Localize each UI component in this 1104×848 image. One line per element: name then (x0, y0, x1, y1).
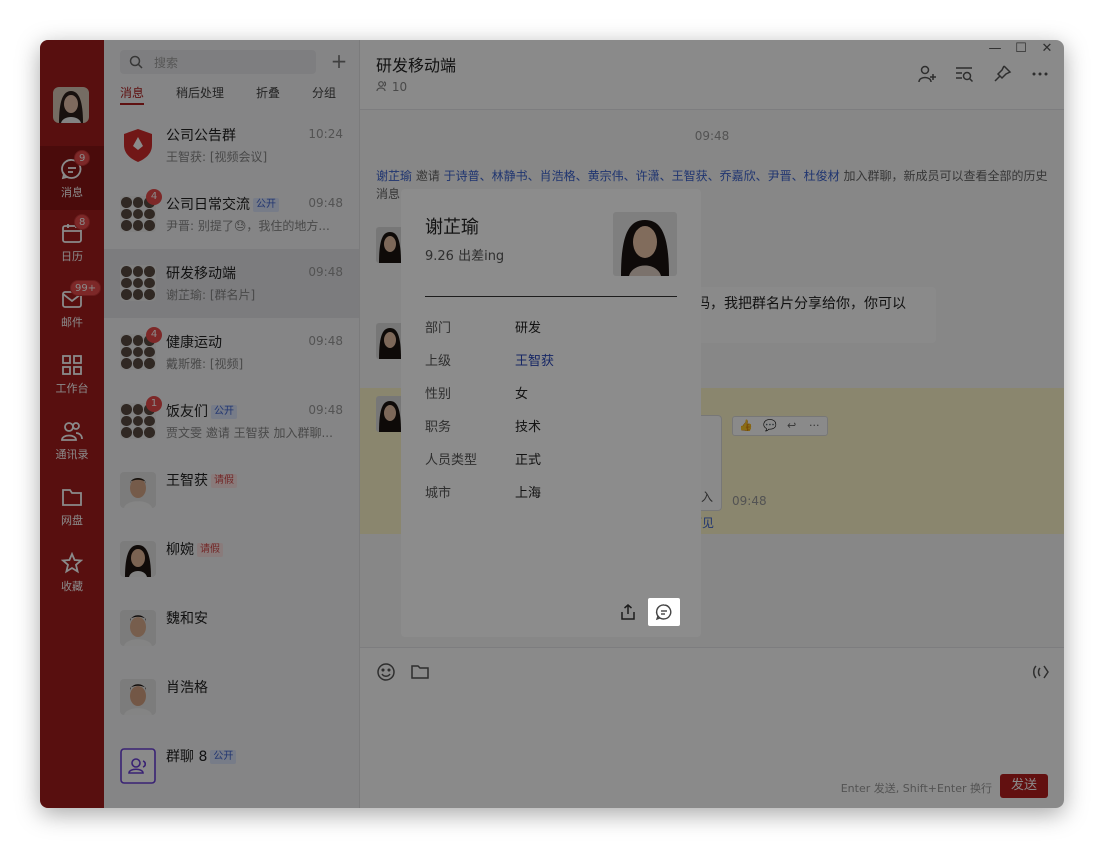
profile-row-type: 人员类型 正式 (425, 453, 542, 468)
profile-row-department: 部门 研发 (425, 321, 542, 336)
chat-bubble-icon (655, 604, 672, 621)
manager-link[interactable]: 王智获 (515, 350, 554, 369)
profile-divider (425, 296, 677, 297)
profile-status: 9.26 出差ing (425, 249, 505, 264)
profile-row-manager: 上级 王智获 (425, 350, 677, 370)
app-window: 9 消息 8 日历 99+ 邮件 工作台 通讯录 网盘 收藏 搜索 + 消息 稍… (40, 40, 1064, 808)
profile-card: 谢芷瑜 9.26 出差ing 部门 研发 上级 王智获 性别女 职务 技术 人员类型正… (401, 189, 701, 637)
profile-row-title: 职务 技术 (425, 420, 542, 435)
share-icon[interactable] (619, 603, 637, 621)
profile-photo (613, 212, 677, 276)
start-chat-button[interactable] (648, 598, 680, 626)
profile-name: 谢芷瑜 (425, 217, 479, 238)
profile-row-city: 城市 上海 (425, 486, 542, 501)
profile-row-gender: 性别女 (425, 387, 529, 402)
